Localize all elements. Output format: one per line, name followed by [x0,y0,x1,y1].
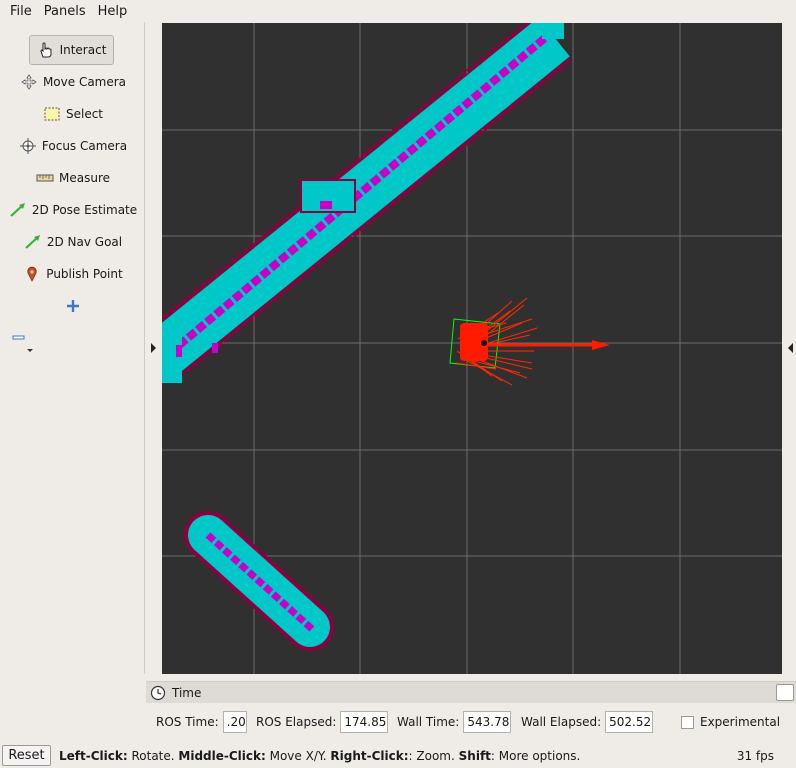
left-click-desc: Rotate. [127,748,179,763]
plus-icon [64,298,82,314]
menubar: File Panels Help [0,0,796,22]
experimental-checkbox[interactable] [681,715,694,729]
menu-panels[interactable]: Panels [38,4,92,19]
middle-click-key: Middle-Click: [178,748,266,763]
ros-elapsed-field: ROS Elapsed: 174.85 [256,711,389,733]
3d-view[interactable] [162,23,782,674]
menu-help[interactable]: Help [92,4,134,19]
chevron-down-icon [26,343,34,357]
right-click-desc: : Zoom. [408,748,459,763]
left-collapse-arrow-icon[interactable] [151,343,156,353]
clock-icon [150,685,166,701]
wall-time-field: Wall Time: 543.78 [397,711,512,733]
add-tool-button[interactable] [8,292,138,320]
wall-elapsed-label: Wall Elapsed: [521,715,602,729]
pose-estimate-tool-button[interactable]: 2D Pose Estimate [8,196,138,224]
right-click-key: Right-Click: [330,748,409,763]
interact-tool-button[interactable]: Interact [29,35,114,65]
ros-elapsed-label: ROS Elapsed: [256,715,337,729]
move-camera-icon [20,74,38,90]
menu-file[interactable]: File [4,4,38,19]
experimental-label: Experimental [700,715,781,729]
ros-time-label: ROS Time: [156,715,219,729]
reset-button[interactable]: Reset [2,745,51,766]
nav-goal-tool-button[interactable]: 2D Nav Goal [8,228,138,256]
tool-panel: Interact Move Camera Select Focus Camera… [0,22,145,674]
move-camera-tool-button[interactable]: Move Camera [8,68,138,96]
select-tool-button[interactable]: Select [8,100,138,128]
wall-time-label: Wall Time: [397,715,460,729]
remove-tool-button[interactable] [12,330,42,352]
shift-desc: : More options. [490,748,581,763]
select-box-icon [43,106,61,122]
focus-camera-tool-button[interactable]: Focus Camera [8,132,138,160]
select-label: Select [65,107,104,121]
wall-time-input[interactable]: 543.78 [463,711,512,733]
wall-elapsed-input[interactable]: 502.52 [605,711,654,733]
costmap-wall-diagonal [162,23,573,383]
hand-pointer-icon [37,42,55,58]
ros-elapsed-input[interactable]: 174.85 [340,711,389,733]
measure-label: Measure [59,171,110,185]
interact-label: Interact [59,43,107,57]
pose-estimate-label: 2D Pose Estimate [31,203,138,217]
middle-click-desc: Move X/Y. [265,748,331,763]
map-pin-icon [23,266,41,282]
ros-time-field: ROS Time: .20 [156,711,247,733]
green-arrow-icon [9,202,27,218]
green-arrow-icon [24,234,42,250]
ruler-icon [36,170,54,186]
time-panel-header: Time [146,681,796,703]
costmap-wall-short [184,511,334,651]
left-click-key: Left-Click: [59,748,128,763]
fps-counter: 31 fps [736,748,774,763]
right-collapse-arrow-icon[interactable] [788,343,793,353]
experimental-field: Experimental [681,711,780,733]
panel-float-button[interactable] [776,684,794,701]
robot-particle-cloud [449,297,610,386]
nav-goal-label: 2D Nav Goal [46,235,123,249]
focus-camera-icon [19,138,37,154]
shift-key: Shift [458,748,491,763]
wall-elapsed-field: Wall Elapsed: 502.52 [521,711,654,733]
move-camera-label: Move Camera [42,75,127,89]
time-panel: Time ROS Time: .20 ROS Elapsed: 174.85 W… [146,681,796,743]
time-panel-title: Time [172,685,202,700]
ros-time-input[interactable]: .20 [222,711,247,733]
focus-camera-label: Focus Camera [41,139,128,153]
render-panel [146,22,796,674]
publish-point-tool-button[interactable]: Publish Point [8,260,138,288]
publish-point-label: Publish Point [46,267,123,281]
status-bar: Reset Left-Click: Rotate. Middle-Click: … [0,743,796,768]
status-hint: Left-Click: Rotate. Middle-Click: Move X… [59,749,580,763]
measure-tool-button[interactable]: Measure [8,164,138,192]
map-canvas [162,23,782,674]
